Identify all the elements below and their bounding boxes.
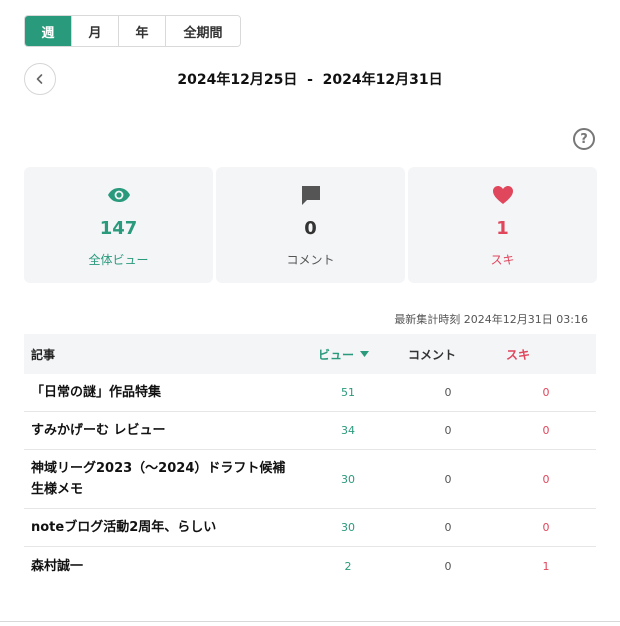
article-title[interactable]: 「日常の謎」作品特集	[24, 382, 296, 403]
article-title[interactable]: 神域リーグ2023（〜2024）ドラフト候補生様メモ	[24, 458, 296, 500]
last-updated: 最新集計時刻 2024年12月31日 03:16	[394, 313, 588, 326]
table-row[interactable]: 「日常の謎」作品特集 51 0 0	[24, 374, 596, 412]
article-comments: 0	[444, 424, 452, 437]
tab-year[interactable]: 年	[119, 16, 166, 46]
tab-all-time[interactable]: 全期間	[166, 16, 240, 46]
article-likes: 0	[542, 472, 550, 486]
comment-icon	[300, 184, 322, 206]
article-title[interactable]: noteブログ活動2周年、らしい	[24, 517, 296, 538]
views-label: 全体ビュー	[88, 253, 149, 267]
tab-month[interactable]: 月	[72, 16, 119, 46]
views-card: 147 全体ビュー	[24, 167, 213, 283]
article-comments: 0	[444, 472, 452, 486]
stats-cards: 147 全体ビュー 0 コメント 1 スキ	[24, 167, 597, 283]
articles-table: 記事 ビュー コメント スキ 「日常の謎」作品特集 51 0 0 すみかげーむ …	[24, 334, 596, 585]
table-row[interactable]: noteブログ活動2周年、らしい 30 0 0	[24, 509, 596, 547]
header-likes[interactable]: スキ	[496, 346, 596, 363]
header-views-label: ビュー	[318, 347, 355, 362]
chevron-left-icon	[36, 74, 43, 84]
article-views: 30	[341, 521, 355, 534]
header-comments[interactable]: コメント	[386, 346, 496, 363]
article-likes: 0	[542, 386, 550, 399]
comments-label: コメント	[286, 253, 335, 267]
article-views: 34	[341, 424, 355, 437]
article-title[interactable]: 森村誠一	[24, 556, 296, 577]
article-comments: 0	[444, 386, 452, 399]
help-icon[interactable]: ?	[573, 128, 595, 150]
table-header: 記事 ビュー コメント スキ	[24, 334, 596, 374]
article-views: 30	[341, 472, 355, 486]
header-views[interactable]: ビュー	[296, 346, 386, 363]
article-comments: 0	[444, 521, 452, 534]
likes-total: 1	[496, 218, 509, 239]
views-total: 147	[99, 218, 138, 239]
tab-week[interactable]: 週	[25, 16, 72, 46]
article-comments: 0	[444, 559, 452, 573]
date-range: 2024年12月25日 - 2024年12月31日	[177, 72, 443, 88]
comments-card: 0 コメント	[216, 167, 405, 283]
bottom-divider	[0, 621, 620, 622]
article-views: 2	[344, 559, 352, 573]
article-views: 51	[341, 386, 355, 399]
period-tabs: 週 月 年 全期間	[24, 15, 241, 47]
article-likes: 0	[542, 424, 550, 437]
likes-card: 1 スキ	[408, 167, 597, 283]
likes-label: スキ	[490, 253, 515, 267]
article-likes: 1	[542, 559, 550, 573]
article-title[interactable]: すみかげーむ レビュー	[24, 420, 296, 441]
table-row[interactable]: 森村誠一 2 0 1	[24, 547, 596, 585]
table-row[interactable]: すみかげーむ レビュー 34 0 0	[24, 412, 596, 450]
comments-total: 0	[304, 218, 317, 239]
article-likes: 0	[542, 521, 550, 534]
heart-icon	[492, 184, 514, 206]
previous-period-button[interactable]	[24, 63, 56, 95]
table-row[interactable]: 神域リーグ2023（〜2024）ドラフト候補生様メモ 30 0 0	[24, 450, 596, 509]
header-title[interactable]: 記事	[24, 346, 296, 363]
sort-down-icon	[360, 351, 370, 357]
eye-icon	[107, 184, 131, 206]
